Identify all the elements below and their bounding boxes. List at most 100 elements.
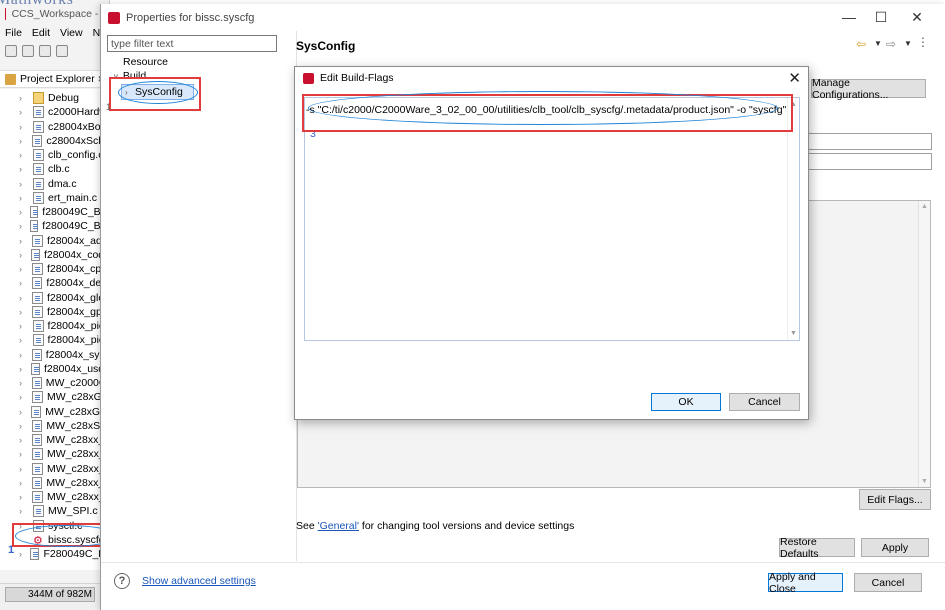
tree-file[interactable]: › F280049C_La [0, 547, 110, 561]
chevron-right-icon[interactable]: › [19, 392, 30, 402]
tree-file[interactable]: › f28004x_usde [0, 362, 110, 376]
tree-file[interactable]: › f28004x_sysc [0, 348, 110, 362]
build-icon[interactable] [56, 45, 68, 57]
project-explorer-header[interactable]: Project Explorer ✖ [0, 70, 110, 88]
chevron-right-icon[interactable]: › [19, 278, 30, 288]
tree-file[interactable]: › MW_c28xx_p [0, 476, 110, 490]
tree-file[interactable]: › MW_c28xGlo [0, 390, 110, 404]
config-field-2[interactable] [804, 153, 932, 170]
back-dropdown-icon[interactable]: ▼ [874, 39, 882, 48]
tree-file[interactable]: › f28004x_defa [0, 276, 110, 290]
show-advanced-settings-link[interactable]: Show advanced settings [142, 575, 256, 587]
restore-defaults-button[interactable]: Restore Defaults [779, 536, 855, 560]
chevron-right-icon[interactable]: › [19, 250, 29, 260]
dialog-cancel-button[interactable]: Cancel [729, 393, 800, 411]
chevron-right-icon[interactable]: › [19, 193, 31, 203]
menu-edit[interactable]: Edit [32, 27, 50, 41]
chevron-right-icon[interactable]: › [19, 407, 29, 417]
menu-file[interactable]: File [5, 27, 22, 41]
tree-file[interactable]: › clb_config.c [0, 148, 110, 162]
chevron-right-icon[interactable]: › [19, 122, 31, 132]
tree-file[interactable]: › f28004x_piev [0, 333, 110, 347]
chevron-right-icon[interactable]: › [19, 449, 30, 459]
chevron-right-icon[interactable]: › [19, 478, 30, 488]
flags-textarea[interactable]: ▲ ▼ [304, 97, 800, 341]
chevron-right-icon[interactable]: › [19, 506, 31, 516]
edit-flags-button[interactable]: Edit Flags... [859, 489, 931, 510]
chevron-right-icon[interactable]: › [19, 107, 31, 117]
chevron-right-icon[interactable]: › [19, 321, 31, 331]
chevron-right-icon[interactable]: › [19, 335, 31, 345]
tree-file[interactable]: › f28004x_code [0, 248, 110, 262]
tree-file[interactable]: › dma.c [0, 177, 110, 191]
forward-dropdown-icon[interactable]: ▼ [904, 39, 912, 48]
chevron-right-icon[interactable]: › [19, 549, 28, 559]
tree-file[interactable]: › MW_SPI.c [0, 504, 110, 518]
tree-file[interactable]: › MW_c28xx_x [0, 490, 110, 504]
tree-file[interactable]: › MW_c28xx_b [0, 433, 110, 447]
tree-file[interactable]: › MW_c28xx_c [0, 447, 110, 461]
view-menu-icon[interactable]: ⋮ [917, 35, 929, 49]
maximize-icon[interactable]: ☐ [871, 9, 891, 26]
chevron-right-icon[interactable]: › [19, 150, 31, 160]
help-icon[interactable]: ? [114, 573, 130, 589]
save-icon[interactable] [22, 45, 34, 57]
scroll-down-icon[interactable]: ▼ [790, 330, 797, 337]
ok-button[interactable]: OK [651, 393, 721, 411]
tree-file[interactable]: › ert_main.c [0, 191, 110, 205]
close-icon[interactable]: ✕ [788, 69, 801, 87]
tree-file[interactable]: › MW_c28xGPI [0, 405, 110, 419]
cancel-button[interactable]: Cancel [854, 573, 922, 592]
chevron-right-icon[interactable]: › [19, 378, 30, 388]
chevron-right-icon[interactable]: › [19, 421, 30, 431]
tree-file[interactable]: › MW_c28xx_c [0, 462, 110, 476]
chevron-right-icon[interactable]: › [19, 236, 30, 246]
forward-arrow-icon[interactable]: ⇨ [886, 37, 896, 51]
chevron-right-icon[interactable]: › [19, 207, 28, 217]
new-icon[interactable] [5, 45, 17, 57]
tree-file[interactable]: › f280049C_BiS [0, 219, 110, 233]
tree-file[interactable]: › c2000Hardw [0, 105, 110, 119]
tree-file[interactable]: › f28004x_cput [0, 262, 110, 276]
close-window-icon[interactable]: ✕ [907, 9, 927, 26]
chevron-right-icon[interactable]: › [19, 435, 30, 445]
chevron-right-icon[interactable]: › [19, 136, 30, 146]
chevron-right-icon[interactable]: › [19, 364, 29, 374]
tree-file[interactable]: › MW_c2000GI [0, 376, 110, 390]
chevron-right-icon[interactable]: › [19, 164, 31, 174]
tree-folder[interactable]: › Debug [0, 91, 110, 105]
filter-input[interactable] [107, 35, 277, 52]
tree-file[interactable]: › c28004xBoar [0, 120, 110, 134]
tree-file[interactable]: › f28004x_piec [0, 319, 110, 333]
apply-button[interactable]: Apply [861, 538, 929, 557]
chevron-right-icon[interactable]: › [19, 307, 30, 317]
chevron-right-icon[interactable]: › [19, 221, 28, 231]
nav-item-resource[interactable]: Resource [123, 56, 168, 68]
config-field-1[interactable] [804, 133, 932, 150]
chevron-right-icon[interactable]: › [19, 179, 31, 189]
tree-file[interactable]: › c28004xSche [0, 134, 110, 148]
minimize-icon[interactable]: — [839, 9, 859, 25]
manage-configurations-button[interactable]: Manage Configurations... [811, 77, 926, 101]
general-link[interactable]: 'General' [318, 520, 359, 532]
chevron-right-icon[interactable]: › [19, 350, 30, 360]
tree-file[interactable]: › clb.c [0, 162, 110, 176]
tree-file[interactable]: › f28004x_gpio [0, 305, 110, 319]
scrollbar[interactable]: ▲ ▼ [787, 98, 799, 340]
apply-and-close-button[interactable]: Apply and Close [768, 571, 843, 595]
chevron-right-icon[interactable]: › [19, 93, 31, 103]
scroll-up-icon[interactable]: ▲ [921, 203, 928, 210]
menu-view[interactable]: View [60, 27, 83, 41]
tree-file[interactable]: › MW_c28xSPI [0, 419, 110, 433]
save-all-icon[interactable] [39, 45, 51, 57]
tree-file[interactable]: › f28004x_adc. [0, 234, 110, 248]
scroll-down-icon[interactable]: ▼ [921, 478, 928, 485]
back-arrow-icon[interactable]: ⇦ [856, 37, 866, 51]
scrollbar[interactable]: ▲ ▼ [918, 201, 930, 487]
chevron-right-icon[interactable]: › [19, 492, 30, 502]
tree-file[interactable]: › f28004x_glob [0, 291, 110, 305]
chevron-right-icon[interactable]: › [19, 293, 30, 303]
chevron-right-icon[interactable]: › [19, 464, 30, 474]
tree-file[interactable]: › f280049C_BiS [0, 205, 110, 219]
chevron-right-icon[interactable]: › [19, 264, 30, 274]
